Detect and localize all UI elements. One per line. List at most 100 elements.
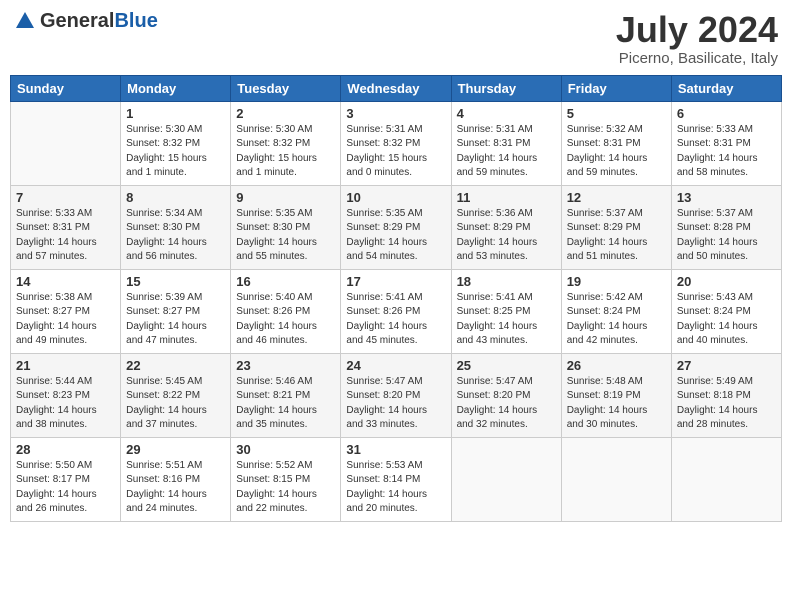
- calendar-cell: 21Sunrise: 5:44 AMSunset: 8:23 PMDayligh…: [11, 353, 121, 437]
- day-header-wednesday: Wednesday: [341, 75, 451, 101]
- day-info: Sunrise: 5:42 AMSunset: 8:24 PMDaylight:…: [567, 291, 666, 349]
- calendar-week-row: 14 Sunrise: 5:38 AMSunset: 8:27 PMDayligh…: [11, 269, 782, 353]
- calendar-cell: 3Sunrise: 5:31 AMSunset: 8:32 PMDaylight…: [341, 101, 451, 185]
- day-info: Sunrise: 5:49 AMSunset: 8:18 PMDaylight:…: [677, 375, 776, 433]
- calendar-cell: 27 Sunrise: 5:49 AMSunset: 8:18 PMDayligh…: [671, 353, 781, 437]
- day-header-friday: Friday: [561, 75, 671, 101]
- day-number: 19: [567, 274, 666, 289]
- calendar-week-row: 7 Sunrise: 5:33 AMSunset: 8:31 PMDaylight…: [11, 185, 782, 269]
- logo-icon: [14, 10, 36, 32]
- day-info: Sunrise: 5:45 AMSunset: 8:22 PMDaylight:…: [126, 375, 225, 433]
- calendar-cell: [11, 101, 121, 185]
- title-section: July 2024 Picerno, Basilicate, Italy: [616, 10, 778, 67]
- calendar-cell: 18Sunrise: 5:41 AMSunset: 8:25 PMDayligh…: [451, 269, 561, 353]
- calendar-cell: 24Sunrise: 5:47 AMSunset: 8:20 PMDayligh…: [341, 353, 451, 437]
- day-number: 9: [236, 190, 335, 205]
- day-info: Sunrise: 5:32 AMSunset: 8:31 PMDaylight:…: [567, 123, 666, 181]
- calendar-cell: [671, 437, 781, 521]
- calendar-cell: 13 Sunrise: 5:37 AMSunset: 8:28 PMDayligh…: [671, 185, 781, 269]
- day-info: Sunrise: 5:50 AMSunset: 8:17 PMDaylight:…: [16, 459, 115, 517]
- calendar-cell: 26Sunrise: 5:48 AMSunset: 8:19 PMDayligh…: [561, 353, 671, 437]
- day-info: Sunrise: 5:41 AMSunset: 8:25 PMDaylight:…: [457, 291, 556, 349]
- month-title: July 2024: [616, 10, 778, 50]
- logo-text: GeneralBlue: [40, 11, 158, 32]
- day-number: 14: [16, 274, 115, 289]
- calendar-cell: 29Sunrise: 5:51 AMSunset: 8:16 PMDayligh…: [121, 437, 231, 521]
- calendar-week-row: 21Sunrise: 5:44 AMSunset: 8:23 PMDayligh…: [11, 353, 782, 437]
- day-info: Sunrise: 5:40 AMSunset: 8:26 PMDaylight:…: [236, 291, 335, 349]
- calendar-week-row: 28 Sunrise: 5:50 AMSunset: 8:17 PMDayligh…: [11, 437, 782, 521]
- calendar-header-row: SundayMondayTuesdayWednesdayThursdayFrid…: [11, 75, 782, 101]
- calendar-cell: 11 Sunrise: 5:36 AMSunset: 8:29 PMDayligh…: [451, 185, 561, 269]
- day-number: 22: [126, 358, 225, 373]
- day-info: Sunrise: 5:35 AMSunset: 8:29 PMDaylight:…: [346, 207, 445, 265]
- day-number: 4: [457, 106, 556, 121]
- logo-blue: Blue: [114, 10, 157, 32]
- calendar-cell: 17 Sunrise: 5:41 AMSunset: 8:26 PMDayligh…: [341, 269, 451, 353]
- calendar-table: SundayMondayTuesdayWednesdayThursdayFrid…: [10, 75, 782, 522]
- day-number: 1: [126, 106, 225, 121]
- calendar-cell: [451, 437, 561, 521]
- day-number: 23: [236, 358, 335, 373]
- day-number: 27: [677, 358, 776, 373]
- day-number: 7: [16, 190, 115, 205]
- calendar-cell: 5Sunrise: 5:32 AMSunset: 8:31 PMDaylight…: [561, 101, 671, 185]
- day-info: Sunrise: 5:33 AMSunset: 8:31 PMDaylight:…: [677, 123, 776, 181]
- day-number: 13: [677, 190, 776, 205]
- calendar-cell: 2Sunrise: 5:30 AMSunset: 8:32 PMDaylight…: [231, 101, 341, 185]
- calendar-cell: 16Sunrise: 5:40 AMSunset: 8:26 PMDayligh…: [231, 269, 341, 353]
- calendar-cell: 1 Sunrise: 5:30 AMSunset: 8:32 PMDaylight…: [121, 101, 231, 185]
- day-header-saturday: Saturday: [671, 75, 781, 101]
- day-number: 30: [236, 442, 335, 457]
- day-number: 15: [126, 274, 225, 289]
- day-info: Sunrise: 5:37 AMSunset: 8:29 PMDaylight:…: [567, 207, 666, 265]
- calendar-cell: 15 Sunrise: 5:39 AMSunset: 8:27 PMDayligh…: [121, 269, 231, 353]
- day-info: Sunrise: 5:31 AMSunset: 8:31 PMDaylight:…: [457, 123, 556, 181]
- day-info: Sunrise: 5:47 AMSunset: 8:20 PMDaylight:…: [457, 375, 556, 433]
- day-number: 10: [346, 190, 445, 205]
- calendar-cell: 4 Sunrise: 5:31 AMSunset: 8:31 PMDaylight…: [451, 101, 561, 185]
- day-number: 20: [677, 274, 776, 289]
- calendar-week-row: 1 Sunrise: 5:30 AMSunset: 8:32 PMDaylight…: [11, 101, 782, 185]
- calendar-cell: 22 Sunrise: 5:45 AMSunset: 8:22 PMDayligh…: [121, 353, 231, 437]
- day-number: 28: [16, 442, 115, 457]
- day-info: Sunrise: 5:37 AMSunset: 8:28 PMDaylight:…: [677, 207, 776, 265]
- logo-general: General: [40, 10, 114, 32]
- day-header-tuesday: Tuesday: [231, 75, 341, 101]
- day-info: Sunrise: 5:35 AMSunset: 8:30 PMDaylight:…: [236, 207, 335, 265]
- calendar-cell: 19 Sunrise: 5:42 AMSunset: 8:24 PMDayligh…: [561, 269, 671, 353]
- day-info: Sunrise: 5:30 AMSunset: 8:32 PMDaylight:…: [236, 123, 335, 181]
- day-number: 29: [126, 442, 225, 457]
- day-info: Sunrise: 5:43 AMSunset: 8:24 PMDaylight:…: [677, 291, 776, 349]
- calendar-cell: 6 Sunrise: 5:33 AMSunset: 8:31 PMDaylight…: [671, 101, 781, 185]
- day-number: 6: [677, 106, 776, 121]
- day-info: Sunrise: 5:46 AMSunset: 8:21 PMDaylight:…: [236, 375, 335, 433]
- day-info: Sunrise: 5:30 AMSunset: 8:32 PMDaylight:…: [126, 123, 225, 181]
- logo: GeneralBlue: [14, 10, 158, 32]
- day-number: 25: [457, 358, 556, 373]
- location-title: Picerno, Basilicate, Italy: [616, 50, 778, 67]
- calendar-cell: 8Sunrise: 5:34 AMSunset: 8:30 PMDaylight…: [121, 185, 231, 269]
- calendar-cell: 10 Sunrise: 5:35 AMSunset: 8:29 PMDayligh…: [341, 185, 451, 269]
- day-info: Sunrise: 5:38 AMSunset: 8:27 PMDaylight:…: [16, 291, 115, 349]
- calendar-cell: 23 Sunrise: 5:46 AMSunset: 8:21 PMDayligh…: [231, 353, 341, 437]
- page-header: GeneralBlue July 2024 Picerno, Basilicat…: [10, 10, 782, 67]
- calendar-cell: [561, 437, 671, 521]
- day-number: 11: [457, 190, 556, 205]
- calendar-cell: 31Sunrise: 5:53 AMSunset: 8:14 PMDayligh…: [341, 437, 451, 521]
- calendar-cell: 12 Sunrise: 5:37 AMSunset: 8:29 PMDayligh…: [561, 185, 671, 269]
- day-header-thursday: Thursday: [451, 75, 561, 101]
- day-info: Sunrise: 5:33 AMSunset: 8:31 PMDaylight:…: [16, 207, 115, 265]
- day-number: 17: [346, 274, 445, 289]
- day-info: Sunrise: 5:39 AMSunset: 8:27 PMDaylight:…: [126, 291, 225, 349]
- day-info: Sunrise: 5:31 AMSunset: 8:32 PMDaylight:…: [346, 123, 445, 181]
- day-number: 24: [346, 358, 445, 373]
- calendar-cell: 20 Sunrise: 5:43 AMSunset: 8:24 PMDayligh…: [671, 269, 781, 353]
- calendar-cell: 7 Sunrise: 5:33 AMSunset: 8:31 PMDaylight…: [11, 185, 121, 269]
- day-info: Sunrise: 5:36 AMSunset: 8:29 PMDaylight:…: [457, 207, 556, 265]
- day-number: 12: [567, 190, 666, 205]
- day-header-monday: Monday: [121, 75, 231, 101]
- day-header-sunday: Sunday: [11, 75, 121, 101]
- day-info: Sunrise: 5:41 AMSunset: 8:26 PMDaylight:…: [346, 291, 445, 349]
- day-info: Sunrise: 5:53 AMSunset: 8:14 PMDaylight:…: [346, 459, 445, 517]
